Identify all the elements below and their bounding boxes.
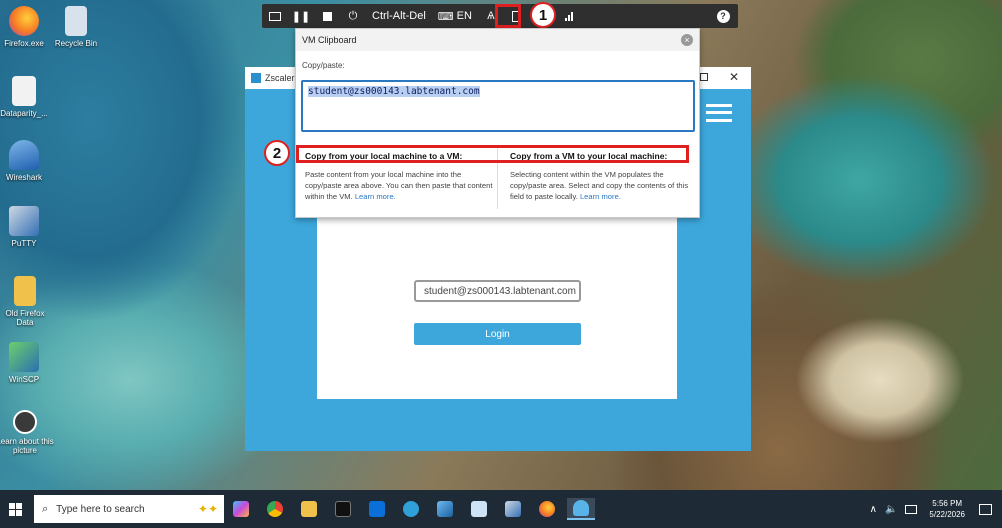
help-button[interactable]: ?: [708, 4, 738, 28]
zscaler-icon: [573, 500, 589, 516]
ctrl-alt-del-button[interactable]: Ctrl-Alt-Del: [366, 4, 432, 28]
clock-time: 5:56 PM: [932, 499, 963, 508]
system-tray: ∧ 🔈 5:56 PM 5/22/2026: [870, 490, 992, 528]
search-highlight-icon: ✦✦: [197, 502, 218, 516]
copy-paste-value: student@zs000143.labtenant.com: [308, 86, 480, 97]
copy-paste-label: Copy/paste:: [302, 61, 345, 70]
taskbar-app-copilot[interactable]: [227, 498, 255, 520]
power-icon[interactable]: ⏻: [340, 4, 366, 28]
copy-paste-textarea[interactable]: student@zs000143.labtenant.com: [301, 80, 695, 132]
globe-icon: [403, 501, 419, 517]
desktop-icon-label: WinSCP: [8, 375, 40, 384]
desktop-icon-label: Old Firefox Data: [5, 309, 45, 327]
keyboard-language-button[interactable]: ⌨ EN: [432, 4, 478, 28]
keyboard-icon: ⌨: [437, 10, 454, 23]
highlight-copy-headings: [296, 145, 689, 163]
help-icon: ?: [716, 9, 730, 23]
close-icon[interactable]: ✕: [729, 70, 739, 84]
desktop-icon-firefox[interactable]: Firefox.exe: [0, 6, 52, 48]
folder-icon: [14, 276, 36, 306]
highlight-clipboard-button: [495, 4, 521, 28]
putty-icon: [505, 501, 521, 517]
desktop-icon-learn-about-picture[interactable]: Learn about this picture: [0, 410, 54, 455]
network-tray-icon[interactable]: [905, 504, 918, 514]
remote-desktop-icon: [437, 501, 453, 517]
clock-date: 5/22/2026: [929, 510, 965, 519]
vm-clipboard-dialog: VM Clipboard × Copy/paste: student@zs000…: [295, 28, 700, 218]
desktop-icon-wireshark[interactable]: Wireshark: [0, 140, 52, 182]
desktop-icon-putty[interactable]: PuTTY: [0, 206, 52, 248]
local-to-vm-description: Paste content from your local machine in…: [305, 170, 493, 201]
recycle-bin-icon: [65, 6, 87, 36]
camera-icon: [13, 410, 37, 434]
show-hidden-icons-icon[interactable]: ∧: [870, 504, 877, 515]
taskbar-app-firefox[interactable]: [533, 498, 561, 520]
wireshark-icon: [9, 140, 39, 170]
close-icon[interactable]: ×: [681, 34, 693, 46]
winscp-icon: [9, 342, 39, 372]
username-input[interactable]: student@zs000143.labtenant.com: [414, 280, 581, 302]
firefox-icon: [539, 501, 555, 517]
hamburger-menu-icon[interactable]: [706, 104, 732, 122]
step-marker-1: 1: [530, 2, 556, 28]
maximize-icon[interactable]: [700, 73, 708, 81]
learn-more-link[interactable]: Learn more.: [355, 192, 396, 201]
taskbar-app-file-explorer[interactable]: [295, 498, 323, 520]
display-icon[interactable]: [262, 4, 288, 28]
taskbar-app-chrome[interactable]: [261, 498, 289, 520]
taskbar-app-zscaler[interactable]: [567, 498, 595, 520]
search-placeholder: Type here to search: [56, 503, 145, 515]
taskbar-search[interactable]: ⌕ Type here to search ✦✦: [34, 495, 224, 523]
terminal-icon: [335, 501, 351, 517]
folder-icon: [301, 501, 317, 517]
taskbar-app-network[interactable]: [397, 498, 425, 520]
login-button[interactable]: Login: [414, 323, 581, 345]
taskbar-app-box[interactable]: [363, 498, 391, 520]
desktop-icon-dataparity[interactable]: Dataparity_...: [0, 76, 52, 118]
desktop-icon-label: Wireshark: [5, 173, 42, 182]
clipboard-dialog-title: VM Clipboard: [302, 35, 357, 45]
windows-icon: [8, 502, 22, 516]
taskbar-app-terminal[interactable]: [329, 498, 357, 520]
login-card: student@zs000143.labtenant.com Login: [317, 217, 677, 399]
taskbar: ⌕ Type here to search ✦✦ ∧ 🔈 5:56 PM 5/2…: [0, 490, 1002, 528]
keyboard-language-label: EN: [456, 10, 472, 22]
desktop-icon-label: Firefox.exe: [4, 39, 44, 48]
desktop-icon-label: PuTTY: [11, 239, 37, 248]
step-marker-2: 2: [264, 140, 290, 166]
desktop-icon-label: Recycle Bin: [54, 39, 98, 48]
network-icon[interactable]: [556, 4, 582, 28]
putty-icon: [9, 206, 39, 236]
notification-icon[interactable]: [979, 503, 992, 515]
desktop-icon-label: Learn about this picture: [0, 437, 54, 455]
taskbar-app-putty[interactable]: [499, 498, 527, 520]
desktop-icon-winscp[interactable]: WinSCP: [0, 342, 52, 384]
volume-icon[interactable]: 🔈: [885, 504, 897, 515]
local-to-vm-text: Paste content from your local machine in…: [305, 169, 495, 202]
document-icon: [12, 76, 36, 106]
box-icon: [369, 501, 385, 517]
chrome-icon: [267, 501, 283, 517]
search-icon: ⌕: [42, 502, 49, 515]
zscaler-logo-icon: [251, 73, 261, 83]
desktop-icon-label: Dataparity_...: [0, 109, 48, 118]
vm-to-local-text: Selecting content within the VM populate…: [510, 169, 700, 202]
taskbar-app-remote-desktop[interactable]: [431, 498, 459, 520]
copilot-icon: [233, 501, 249, 517]
pause-icon[interactable]: ❚❚: [288, 4, 314, 28]
start-button[interactable]: [0, 490, 30, 528]
taskbar-app-notepad[interactable]: [465, 498, 493, 520]
learn-more-link[interactable]: Learn more.: [580, 192, 621, 201]
clipboard-dialog-titlebar: VM Clipboard ×: [296, 29, 699, 51]
clock[interactable]: 5:56 PM 5/22/2026: [929, 498, 965, 520]
notepad-icon: [471, 501, 487, 517]
firefox-icon: [9, 6, 39, 36]
desktop-icon-recycle-bin[interactable]: Recycle Bin: [48, 6, 104, 48]
stop-icon[interactable]: [314, 4, 340, 28]
desktop-icon-old-firefox-data[interactable]: Old Firefox Data: [0, 276, 54, 327]
